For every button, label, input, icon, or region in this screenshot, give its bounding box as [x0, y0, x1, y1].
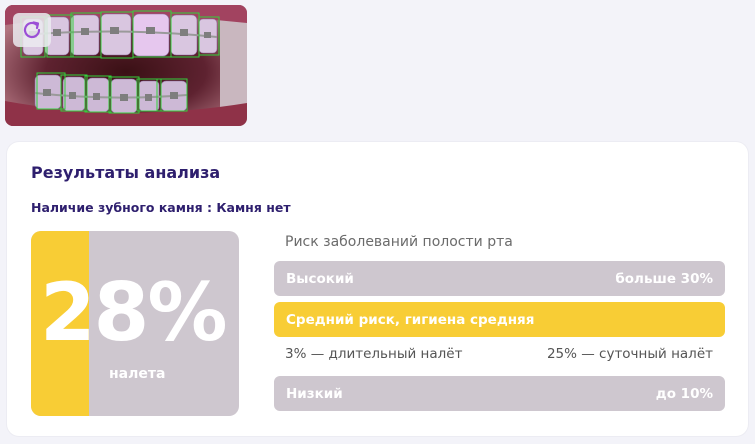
plaque-percentage-box: 28% налета — [31, 231, 239, 416]
retry-button[interactable] — [13, 13, 51, 47]
plaque-breakdown: 3% — длительный налёт 25% — суточный нал… — [285, 346, 713, 362]
risk-bar-medium: Средний риск, гигиена средняя — [274, 302, 725, 337]
risk-low-value: до 10% — [655, 385, 713, 402]
risk-bar-low: Низкий до 10% — [274, 376, 725, 411]
results-title: Результаты анализа — [31, 163, 221, 182]
plaque-caption: налета — [109, 366, 166, 382]
risk-low-label: Низкий — [286, 385, 343, 402]
plaque-percent-value: 28% — [40, 266, 227, 359]
long-term-plaque: 3% — длительный налёт — [285, 346, 463, 362]
analysis-results-card: Результаты анализа Наличие зубного камня… — [7, 142, 748, 436]
daily-plaque: 25% — суточный налёт — [546, 346, 713, 362]
risk-high-value: больше 30% — [615, 270, 713, 287]
tartar-status: Наличие зубного камня : Камня нет — [31, 200, 291, 215]
risk-bar-high: Высокий больше 30% — [274, 261, 725, 296]
risk-title: Риск заболеваний полости рта — [285, 234, 513, 250]
teeth-photo — [5, 5, 247, 126]
risk-high-label: Высокий — [286, 270, 354, 287]
risk-medium-label: Средний риск, гигиена средняя — [286, 311, 535, 328]
refresh-icon — [23, 21, 41, 39]
